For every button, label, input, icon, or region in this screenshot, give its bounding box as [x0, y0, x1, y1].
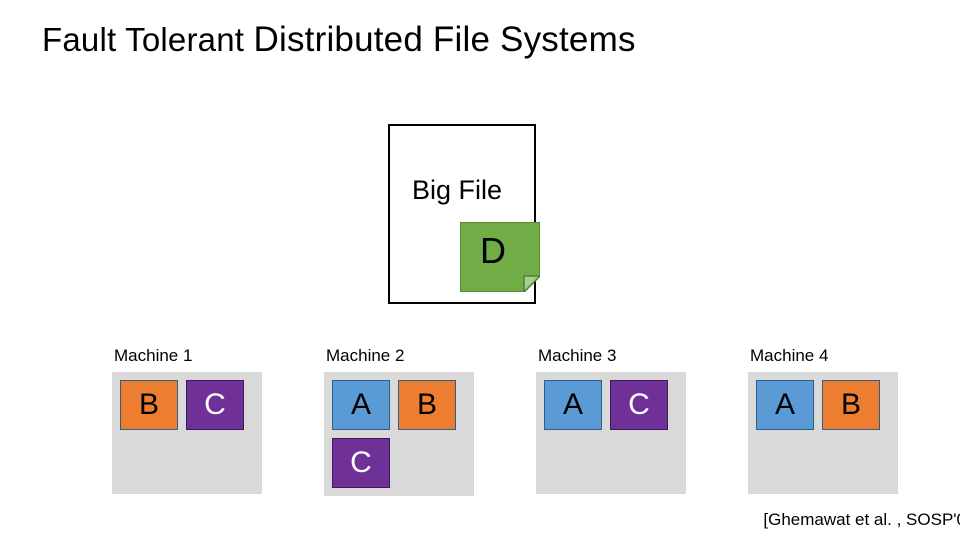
machines-row: Machine 1 B C Machine 2 A B C Machine 3 …	[112, 346, 898, 496]
slide: Fault Tolerant Distributed File Systems …	[0, 0, 960, 540]
block-c: C	[332, 438, 390, 488]
machine-label: Machine 2	[324, 346, 474, 366]
block-a: A	[544, 380, 602, 430]
block-b: B	[822, 380, 880, 430]
machine-body: A B C	[324, 372, 474, 496]
machine-body: A B	[748, 372, 898, 494]
slide-title: Fault Tolerant Distributed File Systems	[42, 20, 636, 60]
machine-1: Machine 1 B C	[112, 346, 262, 496]
machine-label: Machine 3	[536, 346, 686, 366]
title-prefix: Fault Tolerant	[42, 21, 254, 58]
block-d-label: D	[480, 230, 506, 272]
machine-body: B C	[112, 372, 262, 494]
machine-4: Machine 4 A B	[748, 346, 898, 496]
citation: [Ghemawat et al. , SOSP'0	[763, 510, 960, 530]
machine-body: A C	[536, 372, 686, 494]
title-main: Distributed File Systems	[254, 20, 636, 59]
bigfile-label: Big File	[410, 175, 504, 206]
machine-label: Machine 4	[748, 346, 898, 366]
machine-3: Machine 3 A C	[536, 346, 686, 496]
block-b: B	[398, 380, 456, 430]
block-c: C	[610, 380, 668, 430]
machine-2: Machine 2 A B C	[324, 346, 474, 496]
block-c: C	[186, 380, 244, 430]
machine-label: Machine 1	[112, 346, 262, 366]
block-b: B	[120, 380, 178, 430]
block-a: A	[756, 380, 814, 430]
block-a: A	[332, 380, 390, 430]
